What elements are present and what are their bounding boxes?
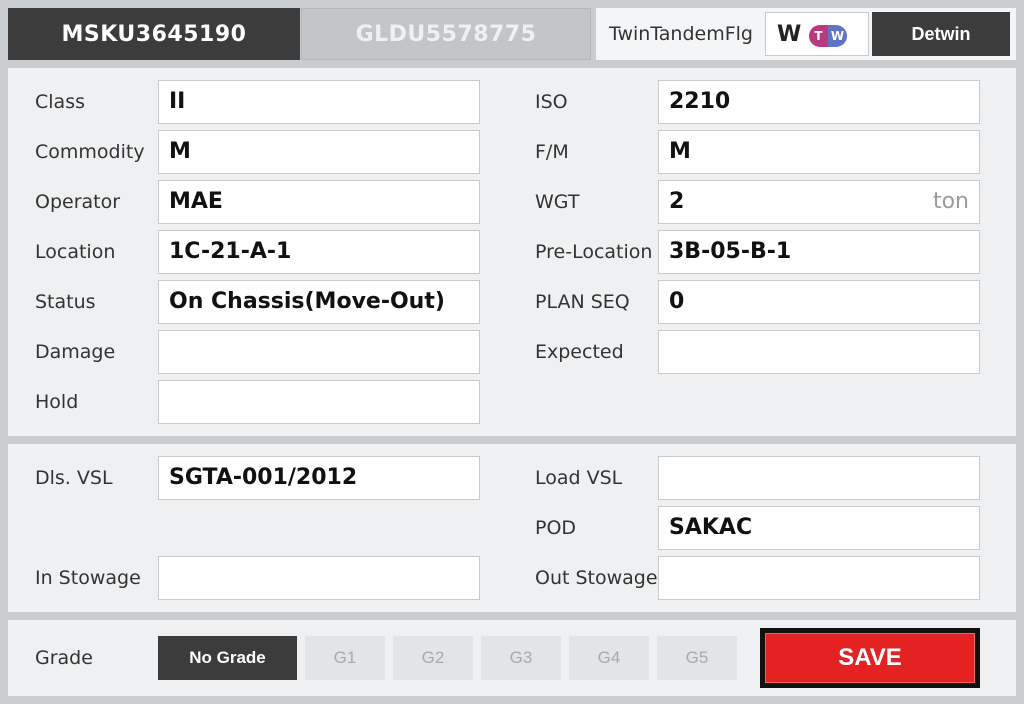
tab-container-primary[interactable]: MSKU3645190	[8, 8, 300, 60]
fm-field[interactable]: M	[658, 130, 980, 174]
status-label: Status	[35, 291, 96, 313]
commodity-field[interactable]: M	[158, 130, 480, 174]
grade-panel: Grade No Grade G1 G2 G3 G4 G5 SAVE	[8, 620, 1016, 696]
vessel-info-panel: Dls. VSL SGTA-001/2012 Load VSL POD SAKA…	[8, 444, 1016, 612]
status-field[interactable]: On Chassis(Move-Out)	[158, 280, 480, 324]
planseq-field[interactable]: 0	[658, 280, 980, 324]
operator-label: Operator	[35, 191, 121, 213]
grade-g3-button[interactable]: G3	[481, 636, 561, 680]
pod-field[interactable]: SAKAC	[658, 506, 980, 550]
location-field[interactable]: 1C-21-A-1	[158, 230, 480, 274]
fm-label: F/M	[535, 141, 569, 163]
save-button-frame: SAVE	[760, 628, 980, 688]
twin-tandem-field[interactable]: W T W	[765, 12, 869, 56]
commodity-label: Commodity	[35, 141, 145, 163]
container-info-panel: Class II ISO 2210 Commodity M F/M M Oper…	[8, 68, 1016, 436]
wgt-label: WGT	[535, 191, 580, 213]
in-stowage-label: In Stowage	[35, 567, 141, 589]
save-button[interactable]: SAVE	[765, 633, 975, 683]
twin-tandem-value: W	[777, 22, 802, 47]
twin-tandem-label: TwinTandemFlg	[609, 23, 753, 45]
badge-t: T	[809, 25, 828, 47]
operator-field[interactable]: MAE	[158, 180, 480, 224]
out-stowage-label: Out Stowage	[535, 567, 658, 589]
grade-no-grade-button[interactable]: No Grade	[158, 636, 297, 680]
wgt-field[interactable]: 2 ton	[658, 180, 980, 224]
pod-label: POD	[535, 517, 577, 539]
out-stowage-field[interactable]	[658, 556, 980, 600]
badge-w: W	[828, 25, 847, 47]
grade-g5-button[interactable]: G5	[657, 636, 737, 680]
location-label: Location	[35, 241, 116, 263]
damage-field[interactable]	[158, 330, 480, 374]
hold-label: Hold	[35, 391, 79, 413]
class-label: Class	[35, 91, 85, 113]
grade-g1-button[interactable]: G1	[305, 636, 385, 680]
grade-g2-button[interactable]: G2	[393, 636, 473, 680]
wgt-value: 2	[669, 189, 685, 214]
expected-field[interactable]	[658, 330, 980, 374]
class-field[interactable]: II	[158, 80, 480, 124]
twin-tandem-badge-icon: T W	[809, 25, 847, 47]
dls-vsl-field[interactable]: SGTA-001/2012	[158, 456, 480, 500]
in-stowage-field[interactable]	[158, 556, 480, 600]
damage-label: Damage	[35, 341, 116, 363]
grade-label: Grade	[35, 647, 93, 669]
iso-field[interactable]: 2210	[658, 80, 980, 124]
expected-label: Expected	[535, 341, 624, 363]
twin-tandem-area: TwinTandemFlg W T W Detwin	[596, 8, 1016, 60]
load-vsl-label: Load VSL	[535, 467, 623, 489]
grade-g4-button[interactable]: G4	[569, 636, 649, 680]
hold-field[interactable]	[158, 380, 480, 424]
iso-label: ISO	[535, 91, 568, 113]
wgt-unit: ton	[932, 189, 969, 214]
load-vsl-field[interactable]	[658, 456, 980, 500]
tab-container-secondary[interactable]: GLDU5578775	[301, 8, 591, 60]
detwin-button[interactable]: Detwin	[872, 12, 1010, 56]
prelocation-label: Pre-Location	[535, 241, 653, 263]
planseq-label: PLAN SEQ	[535, 291, 630, 313]
dls-vsl-label: Dls. VSL	[35, 467, 113, 489]
prelocation-field[interactable]: 3B-05-B-1	[658, 230, 980, 274]
